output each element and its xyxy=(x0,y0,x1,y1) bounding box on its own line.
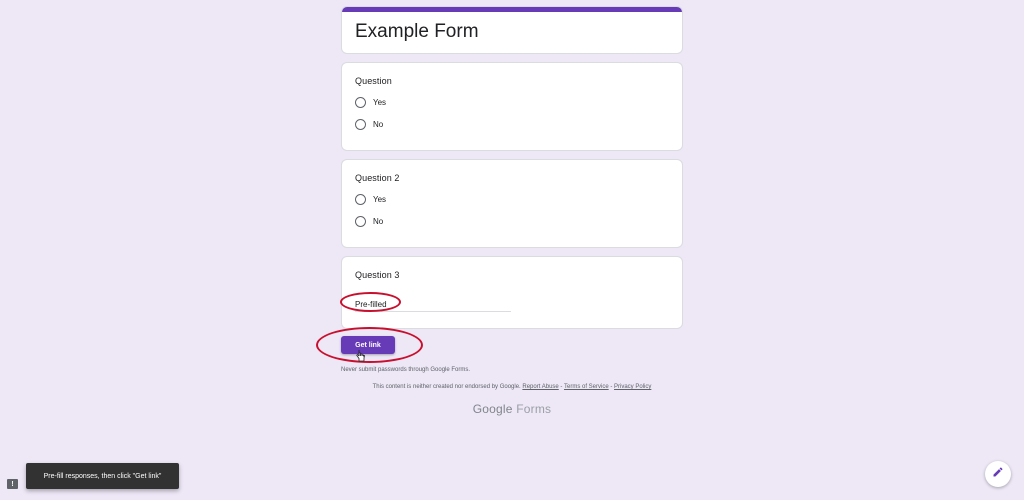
edit-form-button[interactable] xyxy=(985,461,1011,487)
form-header-card: Example Form xyxy=(341,6,683,54)
form-container: Example Form Question Yes No Question 2 … xyxy=(341,6,683,337)
option-label: No xyxy=(373,119,384,129)
radio-option-no[interactable]: No xyxy=(355,118,669,130)
radio-option-no[interactable]: No xyxy=(355,215,669,227)
radio-option-yes[interactable]: Yes xyxy=(355,96,669,108)
question-title: Question 3 xyxy=(355,270,400,280)
form-title: Example Form xyxy=(355,21,479,42)
question-title: Question 2 xyxy=(355,173,400,183)
get-link-button[interactable]: Get link xyxy=(341,336,395,354)
radio-button[interactable] xyxy=(355,193,366,205)
question-card-2: Question 2 Yes No xyxy=(341,159,683,248)
password-warning: Never submit passwords through Google Fo… xyxy=(341,367,471,373)
short-answer-input[interactable]: Pre-filled xyxy=(355,298,511,312)
radio-button[interactable] xyxy=(355,215,366,227)
brand-forms: Forms xyxy=(516,402,552,416)
report-abuse-link[interactable]: Report Abuse xyxy=(522,384,558,390)
privacy-link[interactable]: Privacy Policy xyxy=(614,384,651,390)
radio-option-yes[interactable]: Yes xyxy=(355,193,669,205)
terms-link[interactable]: Terms of Service xyxy=(564,384,609,390)
disclaimer: This content is neither created nor endo… xyxy=(341,384,683,390)
option-label: Yes xyxy=(373,97,387,107)
question-title: Question xyxy=(355,76,392,86)
option-label: No xyxy=(373,216,384,226)
hand-pointer-icon xyxy=(356,349,366,365)
form-accent-bar xyxy=(342,7,682,12)
question-card-3: Question 3 Pre-filled xyxy=(341,256,683,329)
radio-button[interactable] xyxy=(355,96,366,108)
snackbar-toast: Pre-fill responses, then click "Get link… xyxy=(26,463,179,489)
brand-google: Google xyxy=(472,402,513,416)
option-label: Yes xyxy=(373,194,387,204)
disclaimer-text: This content is neither created nor endo… xyxy=(372,384,521,390)
google-forms-logo[interactable]: Google Forms xyxy=(341,402,683,416)
radio-button[interactable] xyxy=(355,118,366,130)
report-icon[interactable]: ! xyxy=(7,479,18,489)
question-card-1: Question Yes No xyxy=(341,62,683,151)
pencil-icon xyxy=(992,465,1004,483)
